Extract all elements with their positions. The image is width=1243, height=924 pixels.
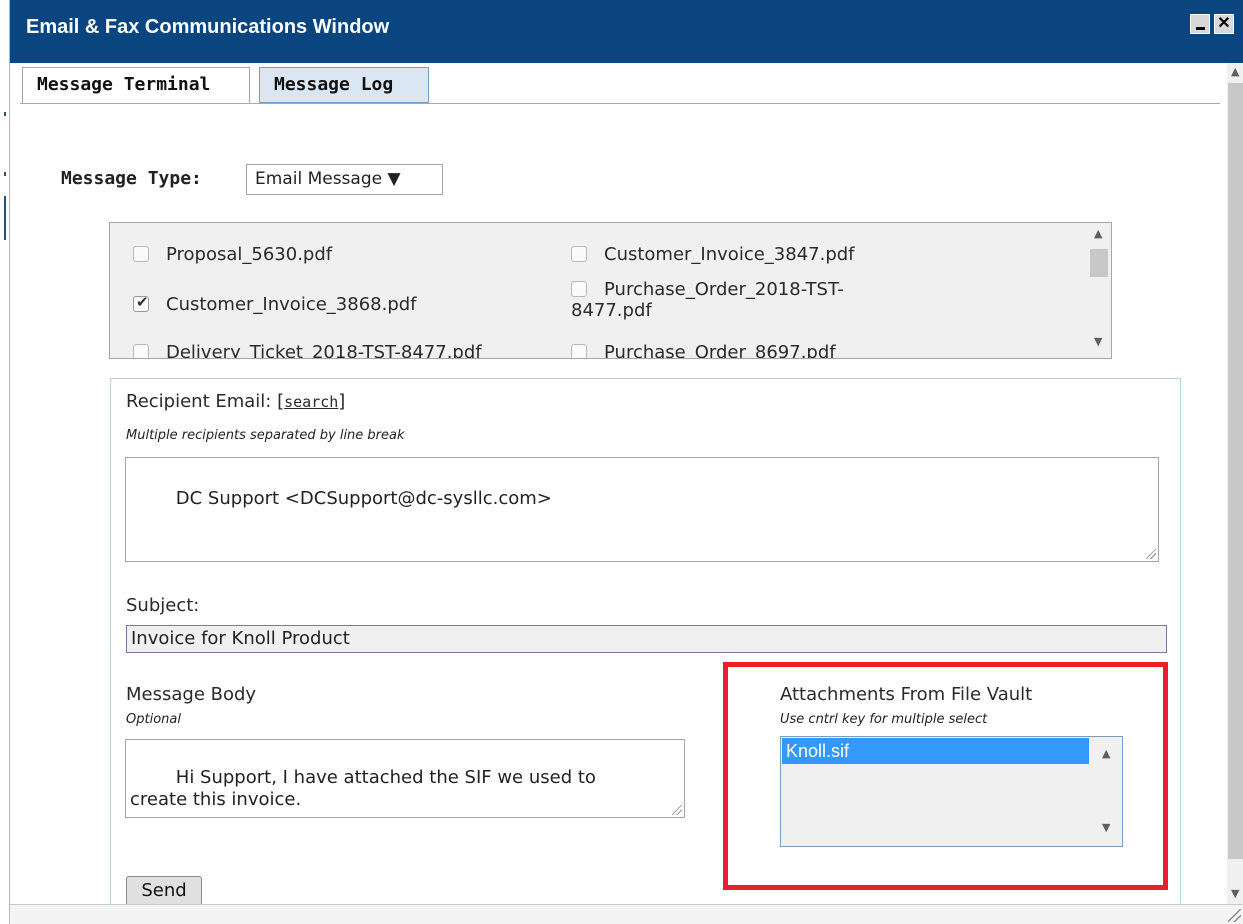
scroll-down-icon[interactable]: ▼ — [1231, 887, 1239, 900]
edge-mark — [4, 172, 6, 176]
recipient-hint: Multiple recipients separated by line br… — [126, 428, 405, 443]
resize-grip-icon[interactable] — [672, 805, 682, 815]
send-button[interactable]: Send — [126, 876, 202, 906]
message-body-field[interactable]: Hi Support, I have attached the SIF we u… — [125, 739, 685, 818]
edge-mark — [4, 196, 6, 240]
file-item[interactable]: Purchase_Order_8697.pdf — [571, 342, 836, 358]
scrollbar-thumb[interactable] — [1090, 249, 1108, 277]
message-type-select[interactable]: Email Message ▼ — [246, 164, 443, 195]
recipient-email-field[interactable]: DC Support <DCSupport@dc-sysllc.com> — [125, 457, 1159, 562]
tab-message-log[interactable]: Message Log — [259, 67, 429, 103]
subject-label: Subject: — [126, 595, 200, 616]
communications-window: Email & Fax Communications Window ✕ Mess… — [9, 0, 1243, 924]
window-resize-grip-icon[interactable] — [1228, 909, 1241, 922]
message-body-hint: Optional — [126, 712, 181, 727]
checkmark-icon: ✔ — [136, 293, 149, 311]
scroll-down-icon[interactable]: ▼ — [1102, 821, 1110, 834]
background-window-edge — [0, 0, 9, 924]
file-item[interactable]: Customer_Invoice_3847.pdf — [571, 244, 855, 265]
attachments-hint: Use cntrl key for multiple select — [780, 712, 988, 727]
file-item[interactable]: Proposal_5630.pdf — [133, 244, 332, 265]
file-name: Customer_Invoice_3847.pdf — [604, 244, 855, 265]
vault-item-selected[interactable]: Knoll.sif — [782, 738, 1089, 764]
status-bar — [10, 904, 1243, 924]
file-name: Delivery_Ticket_2018-TST-8477.pdf — [166, 342, 482, 359]
message-body-label: Message Body — [126, 684, 257, 705]
file-item[interactable]: Delivery_Ticket_2018-TST-8477.pdf — [133, 342, 482, 358]
scroll-up-icon[interactable]: ▲ — [1102, 747, 1110, 760]
file-checkbox[interactable] — [571, 344, 587, 358]
file-item[interactable]: ✔ Customer_Invoice_3868.pdf — [133, 293, 417, 315]
edge-mark — [4, 112, 6, 116]
file-checkbox[interactable] — [133, 344, 149, 358]
document-checklist[interactable]: Proposal_5630.pdf Customer_Invoice_3847.… — [109, 222, 1112, 359]
attachments-label: Attachments From File Vault — [780, 684, 1033, 705]
resize-grip-icon[interactable] — [1146, 549, 1156, 559]
file-item[interactable]: Purchase_Order_2018-TST- 8477.pdf — [571, 279, 971, 321]
scroll-up-icon[interactable]: ▲ — [1094, 227, 1102, 240]
file-name: Proposal_5630.pdf — [166, 244, 333, 265]
tab-message-terminal[interactable]: Message Terminal — [22, 67, 250, 104]
file-checkbox[interactable] — [571, 246, 587, 262]
checklist-scrollbar[interactable]: ▲ ▼ — [1083, 223, 1111, 358]
search-link[interactable]: search — [284, 393, 338, 411]
file-name-continued: 8477.pdf — [571, 300, 652, 321]
file-name: Purchase_Order_8697.pdf — [604, 342, 836, 359]
message-body-value: Hi Support, I have attached the SIF we u… — [130, 767, 596, 810]
file-checkbox[interactable] — [571, 281, 587, 297]
recipient-email-value: DC Support <DCSupport@dc-sysllc.com> — [175, 488, 552, 509]
file-checkbox[interactable] — [133, 246, 149, 262]
vault-list-scrollbar[interactable]: ▲ ▼ — [1092, 737, 1122, 846]
window-content: Message Terminal Message Log Message Typ… — [20, 63, 1220, 918]
window-scrollbar[interactable]: ▲ ▼ — [1227, 63, 1243, 904]
title-bar[interactable]: Email & Fax Communications Window ✕ — [10, 0, 1243, 63]
message-terminal-panel: Message Type: Email Message ▼ Proposal_5… — [20, 103, 1220, 918]
scrollbar-thumb[interactable] — [1228, 83, 1243, 859]
recipient-label: Recipient Email: [search] — [126, 391, 346, 412]
file-vault-list[interactable]: Knoll.sif ▲ ▼ — [780, 736, 1123, 847]
minimize-icon[interactable] — [1190, 14, 1210, 34]
subject-field[interactable]: Invoice for Knoll Product — [126, 625, 1167, 653]
file-name: Purchase_Order_2018-TST- — [604, 279, 844, 300]
scroll-down-icon[interactable]: ▼ — [1094, 335, 1102, 348]
file-checkbox-checked[interactable]: ✔ — [133, 293, 149, 312]
file-name: Customer_Invoice_3868.pdf — [166, 294, 417, 315]
window-title: Email & Fax Communications Window — [26, 16, 390, 38]
scroll-up-icon[interactable]: ▲ — [1231, 65, 1239, 78]
message-type-label: Message Type: — [61, 168, 202, 189]
close-icon[interactable]: ✕ — [1214, 14, 1234, 34]
